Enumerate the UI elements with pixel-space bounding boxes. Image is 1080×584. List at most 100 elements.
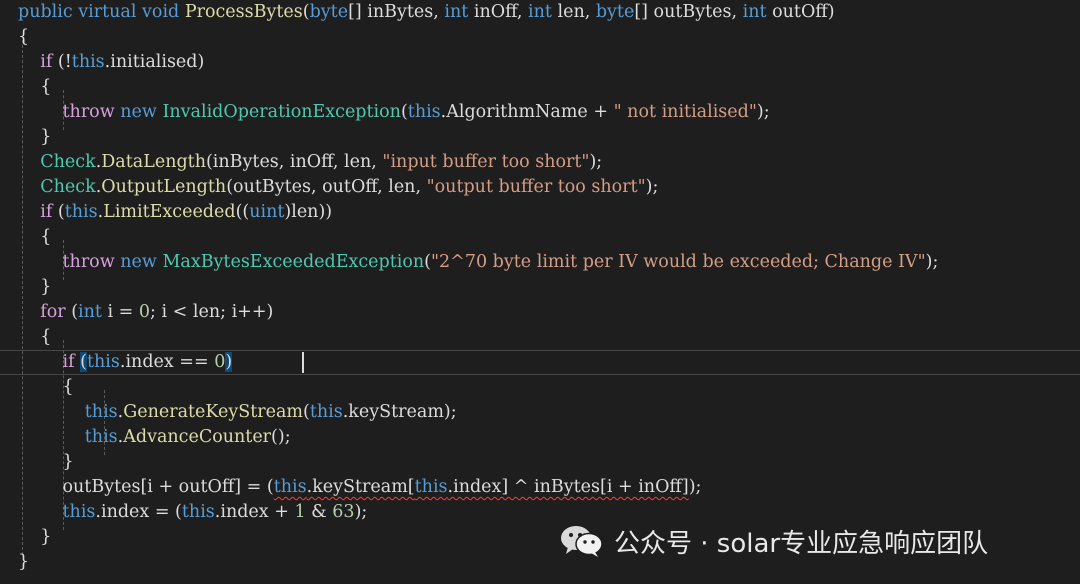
code-line[interactable]: Check.DataLength(inBytes, inOff, len, "i… [18, 150, 602, 175]
code-token: ); [688, 477, 702, 497]
code-line[interactable]: if (!this.initialised) [18, 50, 204, 75]
code-token: .index == [119, 352, 215, 372]
code-line[interactable]: throw new InvalidOperationException(this… [18, 100, 770, 125]
code-token: ); [589, 152, 603, 172]
keyword-token: this [181, 502, 215, 522]
code-line[interactable]: outBytes[i + outOff] = (this.keyStream[t… [18, 475, 702, 500]
code-token: .keyStream[ [306, 477, 415, 497]
code-token: } [18, 277, 52, 297]
code-line[interactable]: this.GenerateKeyStream(this.keyStream); [18, 400, 457, 425]
code-token: len, [551, 2, 596, 22]
method-token: LimitExceeded [103, 202, 236, 222]
code-line[interactable]: } [18, 125, 51, 150]
wechat-icon [560, 523, 604, 559]
keyword-token: this [84, 402, 118, 422]
text-caret [302, 352, 304, 373]
keyword-token: this [87, 352, 120, 372]
code-editor[interactable]: public virtual void ProcessBytes(byte[] … [0, 0, 1080, 584]
code-token: ); [925, 252, 939, 272]
keyword-token: byte [309, 2, 349, 22]
number-token: 63 [332, 502, 355, 522]
keyword-token: this [64, 202, 98, 222]
code-line[interactable]: if (this.index == 0) [18, 350, 233, 375]
matched-brace-token: ) [225, 352, 233, 372]
code-token: .index] ^ inBytes[i + inOff] [447, 477, 689, 497]
control-keyword-token: for [40, 302, 66, 322]
string-token: "2^70 byte limit per IV would be exceede… [431, 252, 926, 272]
code-token: .initialised) [104, 52, 205, 72]
code-token: { [18, 77, 52, 97]
watermark-text: 公众号 · solar专业应急响应团队 [614, 528, 989, 559]
code-token: } [18, 127, 52, 147]
code-token: [] outBytes, [634, 2, 743, 22]
code-token: [] inBytes, [348, 2, 445, 22]
method-token: ProcessBytes [184, 2, 303, 22]
code-line[interactable]: } [18, 450, 74, 475]
keyword-token: this [414, 477, 448, 497]
code-token: } [18, 452, 74, 472]
code-line[interactable]: for (int i = 0; i < len; i++) [18, 300, 273, 325]
string-token: "output buffer too short" [426, 177, 646, 197]
code-line[interactable]: { [18, 25, 29, 50]
code-line[interactable]: } [18, 275, 51, 300]
keyword-token: virtual [78, 2, 137, 22]
code-line[interactable]: { [18, 75, 51, 100]
code-token: (( [235, 202, 250, 222]
code-token: (! [52, 52, 72, 72]
code-token: { [18, 377, 74, 397]
code-line[interactable]: } [18, 550, 29, 575]
code-line[interactable]: throw new MaxBytesExceededException("2^7… [18, 250, 939, 275]
keyword-token: this [71, 52, 105, 72]
type-token: Check [40, 152, 96, 172]
code-token: .index + [214, 502, 295, 522]
code-token: ( [52, 202, 65, 222]
keyword-token: uint [249, 202, 285, 222]
code-token: ( [400, 102, 408, 122]
code-token: outBytes[i + outOff] = ( [18, 477, 274, 497]
keyword-token: this [62, 502, 96, 522]
control-keyword-token: if [40, 202, 53, 222]
code-line[interactable]: public virtual void ProcessBytes(byte[] … [18, 0, 835, 25]
code-token: i = [101, 302, 139, 322]
code-line[interactable]: if (this.LimitExceeded((uint)len)) [18, 200, 332, 225]
keyword-token: void [142, 2, 180, 22]
code-token: inOff, [468, 2, 529, 22]
code-token: ( [65, 302, 79, 322]
keyword-token: byte [595, 2, 635, 22]
type-token: InvalidOperationException [162, 102, 401, 122]
code-token: } [18, 552, 30, 572]
code-token: )len)) [284, 202, 333, 222]
keyword-token: public [18, 2, 73, 22]
keyword-token: new [120, 252, 157, 272]
code-line[interactable]: this.AdvanceCounter(); [18, 425, 291, 450]
control-keyword-token: throw [62, 102, 115, 122]
number-token: 0 [214, 352, 226, 372]
keyword-token: int [444, 2, 469, 22]
code-token: ; i < len; i++) [150, 302, 274, 322]
error-squiggle[interactable]: this.keyStream[this.index] ^ inBytes[i +… [274, 477, 689, 497]
code-line[interactable]: { [18, 225, 51, 250]
keyword-token: new [120, 102, 157, 122]
code-token: ( [424, 252, 431, 272]
code-line[interactable]: { [18, 375, 74, 400]
code-line[interactable]: this.index = (this.index + 1 & 63); [18, 500, 368, 525]
control-keyword-token: if [40, 52, 53, 72]
type-token: MaxBytesExceededException [162, 252, 425, 272]
string-token: "input buffer too short" [382, 152, 590, 172]
code-line[interactable]: } [18, 525, 51, 550]
keyword-token: this [407, 102, 441, 122]
code-token: & [305, 502, 333, 522]
number-token: 1 [294, 502, 306, 522]
code-line[interactable]: { [18, 325, 51, 350]
code-token: (outBytes, outOff, len, [226, 177, 427, 197]
keyword-token: int [742, 2, 767, 22]
code-token: { [18, 27, 30, 47]
code-token: ( [302, 2, 310, 22]
code-line[interactable]: Check.OutputLength(outBytes, outOff, len… [18, 175, 658, 200]
code-token: } [18, 527, 52, 547]
code-token: outOff) [766, 2, 835, 22]
